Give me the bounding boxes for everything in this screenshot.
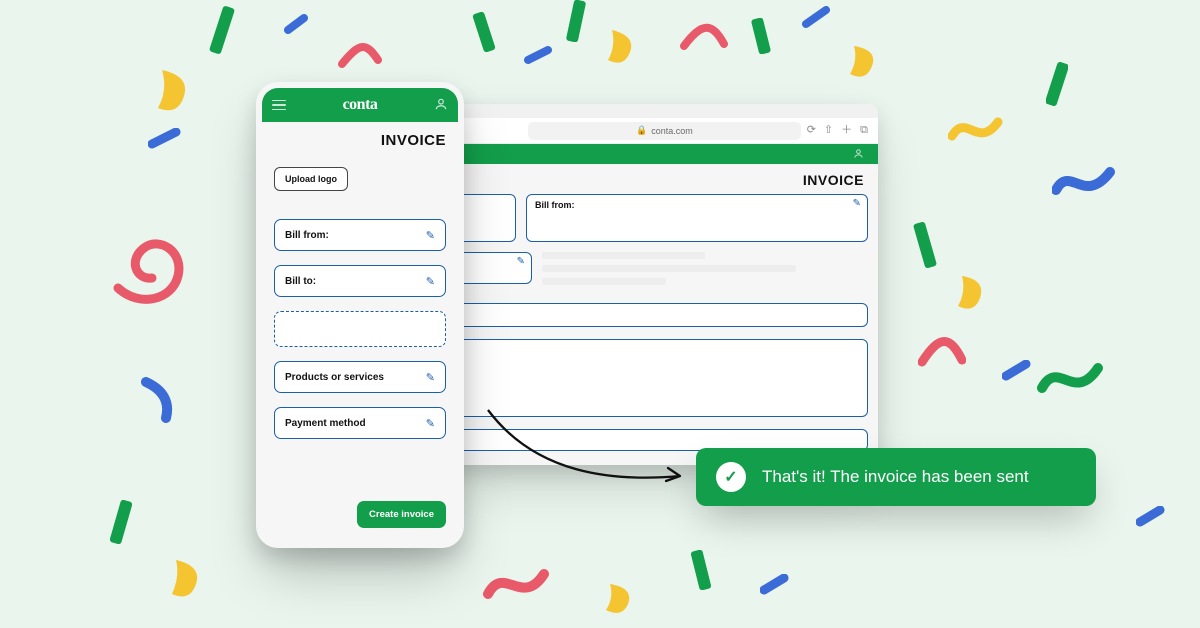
user-avatar-icon[interactable] bbox=[853, 146, 864, 162]
edit-icon[interactable]: ✎ bbox=[426, 275, 435, 288]
field-label: Products or services bbox=[285, 372, 384, 383]
curve-icon bbox=[338, 36, 382, 72]
swirl-icon bbox=[482, 556, 552, 606]
swirl-icon bbox=[110, 230, 200, 310]
browser-url-text: conta.com bbox=[651, 126, 693, 136]
confetti-stroke-icon bbox=[148, 128, 182, 150]
confetti-rect-icon bbox=[912, 222, 938, 268]
edit-icon[interactable]: ✎ bbox=[517, 256, 525, 267]
success-toast: ✓ That's it! The invoice has been sent bbox=[696, 448, 1096, 506]
tabs-icon[interactable]: ⧉ bbox=[860, 125, 868, 136]
confetti-stroke-icon bbox=[138, 376, 178, 424]
brand-logo: conta bbox=[343, 96, 378, 114]
confetti-stroke-icon bbox=[284, 12, 310, 38]
phone-body: INVOICE Upload logo Bill from: ✎ Bill to… bbox=[262, 122, 458, 542]
browser-address-row: 🔒 conta.com ⟳ ⇧ ＋ ⧉ bbox=[440, 118, 878, 144]
bill-from-field[interactable]: Bill from: ✎ bbox=[274, 219, 446, 251]
confetti-rect-icon bbox=[208, 6, 236, 54]
share-icon[interactable]: ⇧ bbox=[824, 125, 833, 136]
confetti-rect-icon bbox=[750, 18, 772, 54]
confetti-stroke-icon bbox=[1002, 360, 1032, 382]
browser-tab-strip bbox=[440, 104, 878, 118]
invoice-heading: INVOICE bbox=[274, 132, 446, 149]
add-icon[interactable]: ＋ bbox=[841, 125, 852, 136]
toast-message: That's it! The invoice has been sent bbox=[762, 467, 1029, 487]
bill-from-label: Bill from: bbox=[535, 200, 575, 210]
user-avatar-icon[interactable] bbox=[434, 97, 448, 114]
swirl-icon bbox=[1036, 352, 1106, 402]
edit-icon[interactable]: ✎ bbox=[853, 198, 861, 209]
phone-mock: conta INVOICE Upload logo Bill from: ✎ B… bbox=[256, 82, 464, 548]
confetti-rect-icon bbox=[472, 12, 496, 52]
confetti-stroke-icon bbox=[760, 574, 790, 596]
invoice-meta-lines bbox=[542, 252, 868, 291]
menu-icon[interactable] bbox=[272, 100, 286, 111]
confetti-rect-icon bbox=[566, 0, 586, 42]
upload-logo-button[interactable]: Upload logo bbox=[274, 167, 348, 191]
payment-method-field[interactable]: Payment method ✎ bbox=[274, 407, 446, 439]
edit-icon[interactable]: ✎ bbox=[426, 371, 435, 384]
products-field[interactable]: Products or services ✎ bbox=[274, 361, 446, 393]
field-label: Payment method bbox=[285, 418, 366, 429]
field-label: Bill from: bbox=[285, 230, 329, 241]
bill-from-box[interactable]: ✎ Bill from: bbox=[526, 194, 868, 242]
browser-controls: ⟳ ⇧ ＋ ⧉ bbox=[807, 125, 868, 136]
app-top-bar bbox=[440, 144, 878, 164]
invoice-section-box[interactable] bbox=[450, 303, 868, 327]
create-invoice-button[interactable]: Create invoice bbox=[357, 501, 446, 528]
confetti-blob-icon bbox=[606, 28, 638, 68]
lock-icon: 🔒 bbox=[636, 125, 647, 136]
confetti-blob-icon bbox=[172, 558, 204, 602]
phone-top-bar: conta bbox=[262, 88, 458, 122]
confetti-stroke-icon bbox=[1136, 506, 1166, 528]
check-icon: ✓ bbox=[716, 462, 746, 492]
curve-icon bbox=[918, 330, 966, 370]
confetti-rect-icon bbox=[690, 550, 712, 590]
edit-icon[interactable]: ✎ bbox=[426, 229, 435, 242]
edit-icon[interactable]: ✎ bbox=[426, 417, 435, 430]
add-item-placeholder[interactable] bbox=[274, 311, 446, 347]
reload-icon[interactable]: ⟳ bbox=[807, 125, 816, 136]
swirl-icon bbox=[948, 106, 1004, 150]
swirl-icon bbox=[1052, 158, 1116, 202]
curve-icon bbox=[680, 18, 728, 54]
confetti-blob-icon bbox=[156, 70, 190, 114]
invoice-heading: INVOICE bbox=[450, 172, 868, 188]
field-label: Bill to: bbox=[285, 276, 316, 287]
confetti-blob-icon bbox=[606, 582, 636, 618]
bill-to-field[interactable]: Bill to: ✎ bbox=[274, 265, 446, 297]
confetti-stroke-icon bbox=[802, 6, 832, 30]
confetti-stroke-icon bbox=[524, 46, 554, 66]
arrow-icon bbox=[480, 404, 700, 494]
confetti-blob-icon bbox=[850, 44, 880, 82]
confetti-blob-icon bbox=[958, 274, 988, 314]
confetti-rect-icon bbox=[1046, 62, 1068, 106]
browser-address-bar[interactable]: 🔒 conta.com bbox=[528, 122, 801, 140]
confetti-rect-icon bbox=[110, 500, 132, 544]
